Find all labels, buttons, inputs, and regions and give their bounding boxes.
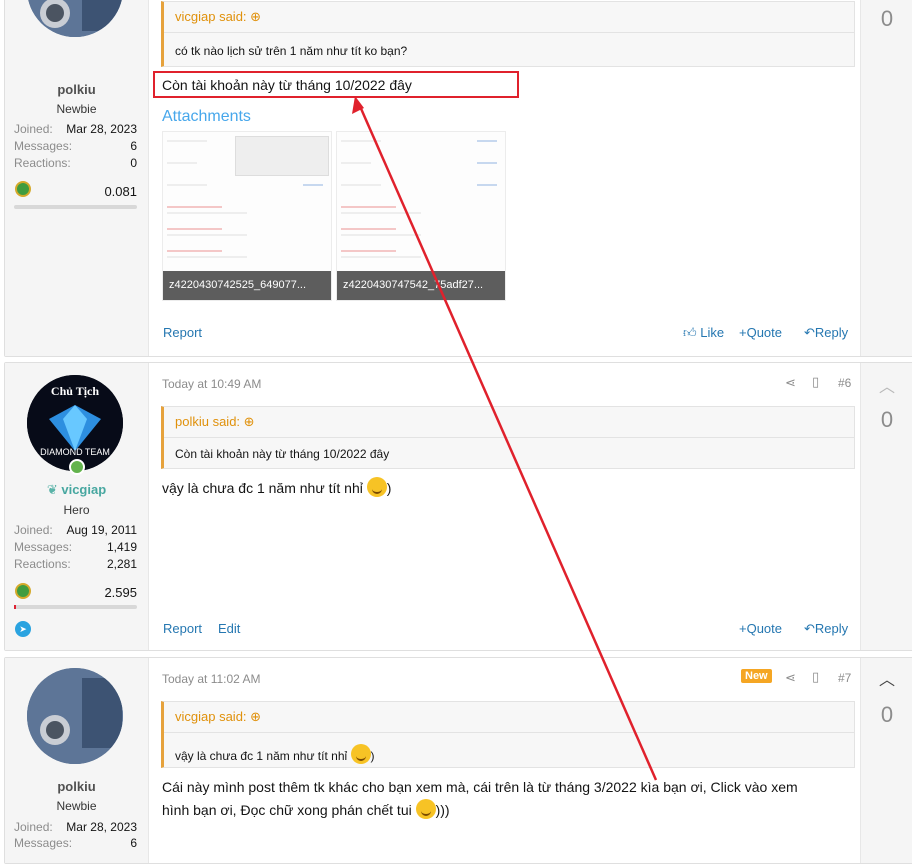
quote-author[interactable]: vicgiap said: ⊕ [175, 709, 261, 725]
arrow-up-circle-icon[interactable]: ⊕ [244, 414, 255, 429]
post-time[interactable]: Today at 10:49 AM [162, 377, 261, 391]
quote-author[interactable]: polkiu said: ⊕ [175, 414, 255, 430]
reply-icon: ↶ [804, 621, 815, 636]
vote-column: ︿ 0 [860, 363, 912, 650]
wink-emoji-icon [350, 744, 371, 764]
user-column: Chủ Tịch DIAMOND TEAM ❦ vicgiap Hero Join… [5, 363, 149, 650]
attachments-heading: Attachments [162, 108, 251, 125]
chevron-up-icon[interactable]: ︿ [879, 666, 895, 690]
score-bar [14, 605, 137, 609]
chevron-up-icon[interactable]: ︿ [879, 373, 895, 397]
post-5: polkiu Newbie Joined: Mar 28, 2023 Messag… [4, 0, 912, 357]
arrow-up-circle-icon[interactable]: ⊕ [250, 9, 261, 24]
user-column: polkiu Newbie Joined: Mar 28, 2023 Messag… [5, 658, 149, 863]
like-button[interactable]: 👍︎ Like [683, 325, 724, 341]
trophy-medal-icon[interactable] [15, 181, 31, 197]
vote-column: ︿ 0 [860, 658, 912, 863]
username[interactable]: polkiu [5, 779, 148, 794]
report-link[interactable]: Report [163, 621, 202, 636]
online-dot-icon [69, 459, 85, 475]
trophy-score: 2.595 [104, 585, 137, 600]
user-title: Newbie [56, 102, 97, 116]
post-message: vậy là chưa đc 1 năm như tít nhỉ ) [162, 477, 391, 500]
report-link[interactable]: Report [163, 325, 202, 340]
svg-text:DIAMOND TEAM: DIAMOND TEAM [40, 447, 110, 457]
user-title: Hero [63, 503, 90, 517]
vote-count: 0 [880, 702, 894, 727]
quote-button[interactable]: +Quote [739, 621, 782, 636]
vote-count: 0 [880, 407, 894, 432]
post-number[interactable]: #6 [838, 376, 851, 390]
trophy-score: 0.081 [104, 184, 137, 199]
user-column: polkiu Newbie Joined: Mar 28, 2023 Messag… [5, 0, 149, 356]
post-7: polkiu Newbie Joined: Mar 28, 2023 Messag… [4, 657, 912, 864]
post-message-line2: hình bạn ơi, Đọc chữ xong phán chết tui … [162, 799, 450, 822]
attachment-filename[interactable]: z4220430742525_649077... [163, 271, 331, 300]
attachment-filename[interactable]: z4220430747542_75adf27... [337, 271, 505, 300]
quote-text: có tk nào lịch sử trên 1 năm như tít ko … [175, 44, 408, 58]
post-message-line1: Cái này mình post thêm tk khác cho bạn x… [162, 779, 798, 795]
quote-text: vậy là chưa đc 1 năm như tít nhỉ ) [175, 744, 375, 764]
score-bar [14, 205, 137, 209]
attachment-thumbnail[interactable]: z4220430747542_75adf27... [336, 131, 506, 301]
quote-button[interactable]: +Quote [739, 325, 782, 340]
username[interactable]: ❦ vicgiap [5, 482, 148, 498]
annotation-highlight-box [153, 71, 519, 98]
thumbs-up-icon: 👍︎ [683, 325, 697, 340]
quote-block: vicgiap said: ⊕ có tk nào lịch sử trên 1… [161, 1, 855, 67]
arrow-up-circle-icon[interactable]: ⊕ [250, 709, 261, 724]
edit-link[interactable]: Edit [218, 621, 240, 636]
reply-icon: ↶ [804, 325, 815, 340]
svg-text:Chủ Tịch: Chủ Tịch [51, 384, 99, 398]
post-main: Today at 11:02 AM New ⋖ ▯ #7 vicgiap sai… [149, 658, 860, 863]
post-main: vicgiap said: ⊕ có tk nào lịch sử trên 1… [149, 0, 860, 356]
smile-emoji-icon [415, 799, 436, 819]
bookmark-icon[interactable]: ▯ [812, 669, 819, 685]
avatar[interactable]: Chủ Tịch DIAMOND TEAM [27, 375, 123, 471]
quote-author[interactable]: vicgiap said: ⊕ [175, 9, 261, 25]
plus-icon: + [739, 325, 747, 340]
hero-wings-icon: ❦ [46, 482, 58, 497]
username[interactable]: polkiu [5, 82, 148, 97]
quote-text: Còn tài khoản này từ tháng 10/2022 đây [175, 447, 390, 461]
avatar[interactable] [27, 668, 123, 764]
share-icon[interactable]: ⋖ [785, 375, 796, 391]
post-time[interactable]: Today at 11:02 AM [162, 672, 261, 686]
share-icon[interactable]: ⋖ [785, 670, 796, 686]
attachment-thumbnail[interactable]: z4220430742525_649077... [162, 131, 332, 301]
telegram-icon[interactable]: ➤ [15, 621, 31, 637]
post-main: Today at 10:49 AM ⋖ ▯ #6 polkiu said: ⊕ … [149, 363, 860, 650]
bookmark-icon[interactable]: ▯ [812, 374, 819, 390]
wink-emoji-icon [366, 477, 387, 497]
vote-count: 0 [880, 6, 894, 31]
plus-icon: + [739, 621, 747, 636]
avatar[interactable] [27, 0, 123, 37]
user-title: Newbie [56, 799, 97, 813]
trophy-medal-icon[interactable] [15, 583, 31, 599]
post-number[interactable]: #7 [838, 671, 851, 685]
vote-column: 0 [860, 0, 912, 356]
quote-block: polkiu said: ⊕ Còn tài khoản này từ thán… [161, 406, 855, 469]
reply-button[interactable]: ↶Reply [804, 621, 848, 637]
reply-button[interactable]: ↶Reply [804, 325, 848, 341]
quote-block: vicgiap said: ⊕ vậy là chưa đc 1 năm như… [161, 701, 855, 768]
post-6: Chủ Tịch DIAMOND TEAM ❦ vicgiap Hero Join… [4, 362, 912, 651]
new-badge: New [741, 669, 772, 683]
